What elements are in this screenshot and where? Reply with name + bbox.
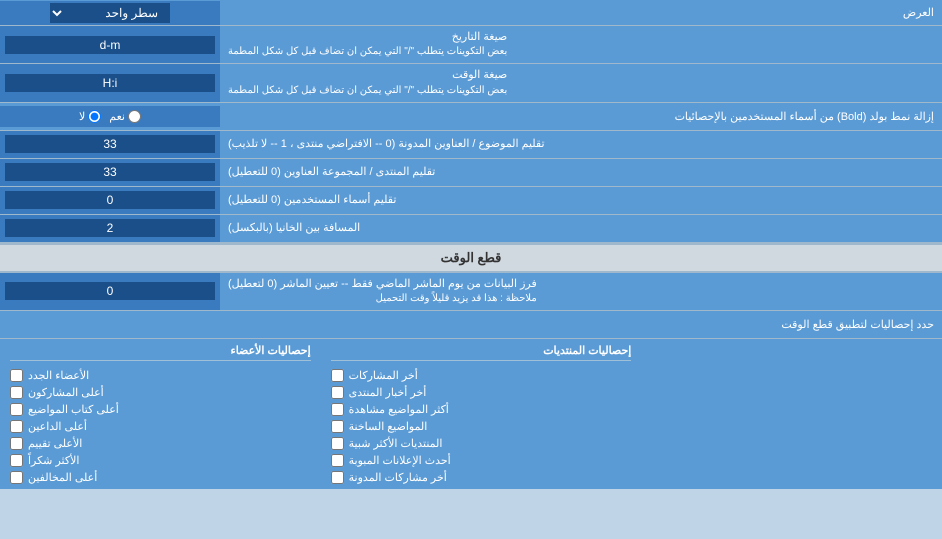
- bold-yes-label[interactable]: نعم: [109, 110, 141, 123]
- display-select[interactable]: سطر واحد سطرين ثلاثة أسطر: [50, 3, 170, 23]
- cutoff-label: فرز البيانات من يوم الماشر الماضي فقط --…: [220, 273, 942, 310]
- forum-stat-5-checkbox[interactable]: [331, 437, 344, 450]
- threads-input-wrap: [0, 131, 220, 158]
- forum-trim-row: تقليم المنتدى / المجموعة العناوين (0 للت…: [0, 159, 942, 187]
- forum-stat-1: أخر المشاركات: [331, 369, 632, 382]
- users-trim-label: تقليم أسماء المستخدمين (0 للتعطيل): [220, 187, 942, 214]
- display-row: العرض سطر واحد سطرين ثلاثة أسطر: [0, 0, 942, 26]
- threads-row: تقليم الموضوع / العناوين المدونة (0 -- ا…: [0, 131, 942, 159]
- forum-stat-3-checkbox[interactable]: [331, 403, 344, 416]
- member-stat-2: أعلى المشاركون: [10, 386, 311, 399]
- time-format-row: صيغة الوقت بعض التكوينات يتطلب "/" التي …: [0, 64, 942, 102]
- bold-yes-radio[interactable]: [128, 110, 141, 123]
- forum-stat-2-checkbox[interactable]: [331, 386, 344, 399]
- forum-stat-4: المواضيع الساخنة: [331, 420, 632, 433]
- stats-limit-row: حدد إحصاليات لتطبيق قطع الوقت: [0, 311, 942, 339]
- users-trim-row: تقليم أسماء المستخدمين (0 للتعطيل): [0, 187, 942, 215]
- forum-stats-col: إحصاليات المنتديات أخر المشاركات أخر أخب…: [321, 344, 642, 484]
- forum-stat-6: أحدث الإعلانات المبوبة: [331, 454, 632, 467]
- display-input-part: سطر واحد سطرين ثلاثة أسطر: [0, 1, 220, 25]
- stats-limit-spacer: [641, 344, 942, 484]
- threads-label: تقليم الموضوع / العناوين المدونة (0 -- ا…: [220, 131, 942, 158]
- forum-stat-5: المنتديات الأكثر شبية: [331, 437, 632, 450]
- spacing-row: المسافة بين الخانيا (بالبكسل): [0, 215, 942, 243]
- time-format-input-wrap: [0, 64, 220, 101]
- forum-trim-input-wrap: [0, 159, 220, 186]
- date-format-row: صيغة التاريخ بعض التكوينات يتطلب "/" الت…: [0, 26, 942, 64]
- member-stat-6: الأكثر شكراً: [10, 454, 311, 467]
- member-stat-4-checkbox[interactable]: [10, 420, 23, 433]
- forum-trim-input[interactable]: [5, 163, 215, 181]
- member-stat-1: الأعضاء الجدد: [10, 369, 311, 382]
- forum-stat-1-checkbox[interactable]: [331, 369, 344, 382]
- users-trim-input[interactable]: [5, 191, 215, 209]
- date-format-label: صيغة التاريخ بعض التكوينات يتطلب "/" الت…: [220, 26, 942, 63]
- bold-label: إزالة نمط بولد (Bold) من أسماء المستخدمي…: [220, 106, 942, 127]
- member-stat-5-checkbox[interactable]: [10, 437, 23, 450]
- stats-limit-label: حدد إحصاليات لتطبيق قطع الوقت: [0, 314, 942, 335]
- cutoff-input[interactable]: [5, 282, 215, 300]
- users-trim-input-wrap: [0, 187, 220, 214]
- cutoff-section-header: قطع الوقت: [0, 243, 942, 273]
- spacing-input[interactable]: [5, 219, 215, 237]
- member-stat-6-checkbox[interactable]: [10, 454, 23, 467]
- bold-no-label[interactable]: لا: [79, 110, 101, 123]
- member-stat-7: أعلى المخالفين: [10, 471, 311, 484]
- forum-stat-7-checkbox[interactable]: [331, 471, 344, 484]
- date-format-input-wrap: [0, 26, 220, 63]
- member-stat-4: أعلى الداعين: [10, 420, 311, 433]
- cutoff-row: فرز البيانات من يوم الماشر الماضي فقط --…: [0, 273, 942, 311]
- time-format-input[interactable]: [5, 74, 215, 92]
- forum-stat-4-checkbox[interactable]: [331, 420, 344, 433]
- member-stat-5: الأعلى تقييم: [10, 437, 311, 450]
- display-label: العرض: [220, 2, 942, 23]
- date-format-input[interactable]: [5, 36, 215, 54]
- forum-stat-2: أخر أخبار المنتدى: [331, 386, 632, 399]
- forum-trim-label: تقليم المنتدى / المجموعة العناوين (0 للت…: [220, 159, 942, 186]
- member-stat-2-checkbox[interactable]: [10, 386, 23, 399]
- forum-stat-7: أخر مشاركات المدونة: [331, 471, 632, 484]
- members-stats-col: إحصاليات الأعضاء الأعضاء الجدد أعلى المش…: [0, 344, 321, 484]
- cutoff-input-wrap: [0, 273, 220, 310]
- forum-stats-header: إحصاليات المنتديات: [331, 344, 632, 361]
- bold-no-radio[interactable]: [88, 110, 101, 123]
- member-stat-7-checkbox[interactable]: [10, 471, 23, 484]
- forum-stat-6-checkbox[interactable]: [331, 454, 344, 467]
- spacing-input-wrap: [0, 215, 220, 242]
- members-stats-header: إحصاليات الأعضاء: [10, 344, 311, 361]
- main-container: العرض سطر واحد سطرين ثلاثة أسطر صيغة الت…: [0, 0, 942, 489]
- member-stat-1-checkbox[interactable]: [10, 369, 23, 382]
- bold-radios: نعم لا: [0, 106, 220, 127]
- time-format-label: صيغة الوقت بعض التكوينات يتطلب "/" التي …: [220, 64, 942, 101]
- member-stat-3-checkbox[interactable]: [10, 403, 23, 416]
- forum-stat-3: أكثر المواضيع مشاهدة: [331, 403, 632, 416]
- threads-input[interactable]: [5, 135, 215, 153]
- member-stat-3: أعلى كتاب المواضيع: [10, 403, 311, 416]
- spacing-label: المسافة بين الخانيا (بالبكسل): [220, 215, 942, 242]
- checkboxes-container: إحصاليات المنتديات أخر المشاركات أخر أخب…: [0, 339, 942, 489]
- bold-row: إزالة نمط بولد (Bold) من أسماء المستخدمي…: [0, 103, 942, 131]
